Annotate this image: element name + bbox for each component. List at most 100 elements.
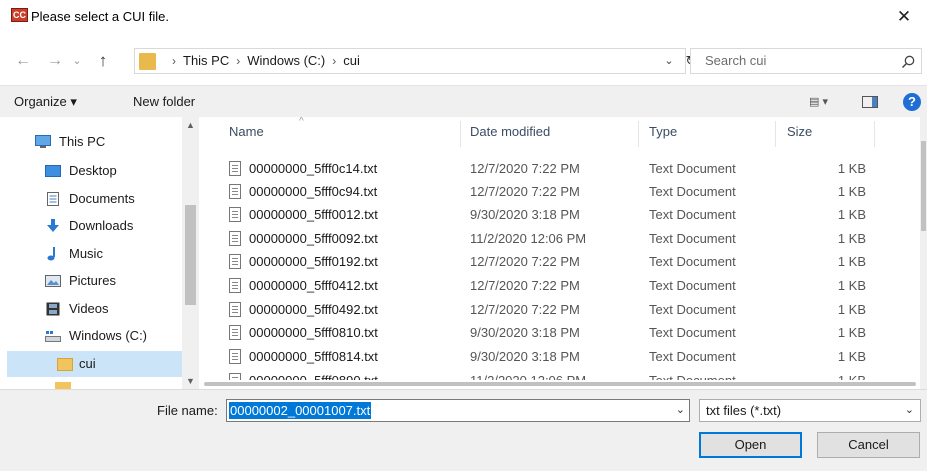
column-divider[interactable] [874, 121, 875, 147]
file-type: Text Document [649, 161, 736, 176]
breadcrumb-separator[interactable]: › [165, 54, 183, 68]
scroll-down-icon[interactable]: ▼ [182, 373, 199, 389]
folder-icon [139, 53, 156, 70]
command-bar: Organize ▾ New folder ▤ ▾ ? [0, 85, 927, 117]
up-button[interactable]: ↑ [92, 50, 114, 72]
column-divider[interactable] [775, 121, 776, 147]
file-name-field[interactable]: 00000002_00001007.txt ⌄ [226, 399, 690, 422]
file-row[interactable]: 00000000_5fff0814.txt 9/30/2020 3:18 PM Te… [200, 345, 920, 369]
file-size: 1 KB [837, 325, 866, 340]
file-name-label: File name: [157, 403, 218, 418]
file-name-value[interactable]: 00000002_00001007.txt [229, 402, 372, 419]
breadcrumb-separator[interactable]: › [229, 54, 247, 68]
text-file-icon [229, 278, 241, 293]
text-file-icon [229, 254, 241, 269]
breadcrumb: › This PC › Windows (C:) › cui [165, 49, 360, 73]
file-type: Text Document [649, 278, 736, 293]
music-note-icon [47, 247, 55, 261]
file-row[interactable]: 00000000_5fff0c94.txt 12/7/2020 7:22 PM Te… [200, 180, 920, 204]
sidebar-item-documents[interactable]: Documents [0, 186, 182, 212]
folder-icon [55, 382, 71, 389]
sidebar-scrollbar[interactable]: ▲ ▼ [182, 117, 199, 389]
address-dropdown-button[interactable]: ⌄ [662, 48, 676, 74]
preview-pane-icon[interactable] [862, 96, 878, 108]
change-view-icon[interactable]: ▤ ▾ [809, 95, 839, 109]
column-divider[interactable] [460, 121, 461, 147]
scrollbar-thumb[interactable] [921, 141, 926, 231]
file-row[interactable]: 00000000_5fff0012.txt 9/30/2020 3:18 PM Te… [200, 203, 920, 227]
text-file-icon [229, 302, 241, 317]
sidebar-item-videos[interactable]: Videos [0, 296, 182, 322]
horizontal-scrollbar[interactable] [200, 380, 920, 389]
file-name: 00000000_5fff0412.txt [249, 278, 378, 293]
file-row[interactable]: 00000000_5fff0492.txt 12/7/2020 7:22 PM Te… [200, 298, 920, 322]
pictures-icon [45, 275, 61, 287]
drive-icon [45, 331, 61, 342]
column-divider[interactable] [638, 121, 639, 147]
monitor-icon [35, 135, 51, 148]
file-name: 00000000_5fff0192.txt [249, 254, 378, 269]
sidebar-item-label: Windows (C:) [69, 328, 148, 343]
download-arrow-icon [47, 219, 59, 232]
file-date: 11/2/2020 12:06 PM [470, 231, 587, 246]
chevron-down-icon[interactable]: ⌄ [905, 400, 914, 421]
sidebar-item-windows-c[interactable]: Windows (C:) [0, 323, 182, 349]
new-folder-button[interactable]: New folder [133, 86, 195, 118]
file-name: 00000000_5fff0492.txt [249, 302, 378, 317]
back-button[interactable]: ← [12, 50, 34, 72]
file-name: 00000000_5fff0012.txt [249, 207, 378, 222]
file-size: 1 KB [837, 278, 866, 293]
help-icon[interactable]: ? [903, 93, 921, 111]
scroll-up-icon[interactable]: ▲ [182, 117, 199, 133]
sidebar-item-desktop[interactable]: Desktop [0, 158, 182, 184]
file-type: Text Document [649, 184, 736, 199]
sidebar-item-label: Documents [69, 191, 135, 206]
sidebar-item-downloads[interactable]: Downloads [0, 213, 182, 239]
file-date: 9/30/2020 3:18 PM [470, 349, 580, 364]
sidebar-item-cui[interactable]: cui [7, 351, 182, 377]
column-header-date[interactable]: Date modified [470, 117, 550, 147]
file-row[interactable]: 00000000_5fff0810.txt 9/30/2020 3:18 PM Te… [200, 321, 920, 345]
file-name: 00000000_5fff0814.txt [249, 349, 378, 364]
file-row[interactable]: 00000000_5fff0c14.txt 12/7/2020 7:22 PM Te… [200, 157, 920, 181]
breadcrumb-this-pc[interactable]: This PC [183, 53, 229, 68]
file-type-select[interactable]: txt files (*.txt) ⌄ [699, 399, 921, 422]
column-header-type[interactable]: Type [649, 117, 677, 147]
chevron-down-icon[interactable]: ⌄ [676, 400, 685, 421]
file-type: Text Document [649, 231, 736, 246]
column-header-size[interactable]: Size [787, 117, 812, 147]
file-size: 1 KB [837, 184, 866, 199]
file-list: Name ^ Date modified Type Size 00000000_… [200, 117, 927, 389]
scrollbar-thumb[interactable] [204, 382, 916, 386]
text-file-icon [229, 184, 241, 199]
file-size: 1 KB [837, 231, 866, 246]
address-bar[interactable]: › This PC › Windows (C:) › cui [134, 48, 686, 74]
sidebar-item-label: cui [79, 356, 96, 371]
cancel-button[interactable]: Cancel [817, 432, 920, 458]
text-file-icon [229, 207, 241, 222]
breadcrumb-windows-c[interactable]: Windows (C:) [247, 53, 325, 68]
close-button[interactable]: ✕ [881, 0, 927, 34]
file-name: 00000000_5fff0092.txt [249, 231, 378, 246]
search-icon[interactable] [901, 55, 915, 69]
open-button[interactable]: Open [699, 432, 802, 458]
file-type: Text Document [649, 325, 736, 340]
file-row[interactable]: 00000000_5fff0092.txt 11/2/2020 12:06 PM T… [200, 227, 920, 251]
search-placeholder: Search cui [705, 53, 767, 68]
file-row[interactable]: 00000000_5fff0412.txt 12/7/2020 7:22 PM Te… [200, 274, 920, 298]
search-input[interactable]: Search cui [690, 48, 922, 74]
recent-locations-button[interactable]: ⌄ [70, 50, 84, 72]
scrollbar-thumb[interactable] [185, 205, 196, 305]
file-list-scrollbar[interactable] [920, 117, 927, 389]
file-row[interactable]: 00000000_5fff0192.txt 12/7/2020 7:22 PM Te… [200, 250, 920, 274]
breadcrumb-cui[interactable]: cui [343, 53, 360, 68]
forward-button[interactable]: → [44, 50, 66, 72]
window-title: Please select a CUI file. [31, 9, 170, 24]
breadcrumb-separator[interactable]: › [325, 54, 343, 68]
organize-button[interactable]: Organize ▾ [14, 86, 77, 118]
navigation-pane: This PC Desktop Documents Downloads Musi… [0, 117, 200, 389]
sidebar-item-pictures[interactable]: Pictures [0, 268, 182, 294]
sidebar-item-music[interactable]: Music [0, 241, 182, 267]
sidebar-item-this-pc[interactable]: This PC [0, 129, 182, 155]
column-header-name[interactable]: Name ^ [229, 117, 459, 147]
